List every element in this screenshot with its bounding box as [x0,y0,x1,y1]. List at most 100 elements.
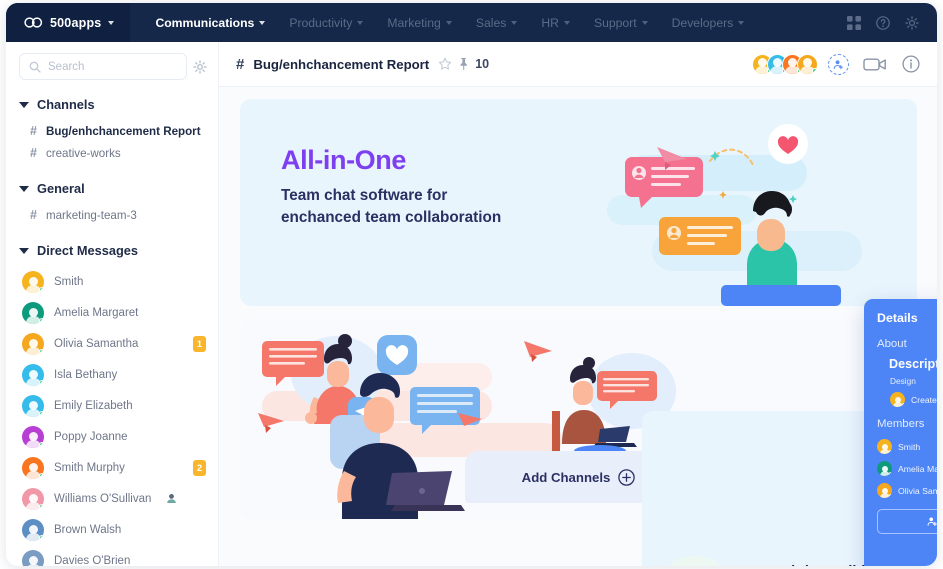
nav-item-developers[interactable]: Developers [661,3,756,42]
avatar [22,549,44,566]
details-title: Details [877,311,918,325]
nav-label: Sales [475,15,507,30]
direct-message-item[interactable]: Poppy Joanne [6,421,218,452]
channel-item-marketing-team-3[interactable]: # marketing-team-3 [6,204,218,226]
avatar [877,483,892,498]
direct-message-item[interactable]: Amelia Margaret [6,297,218,328]
avatar [877,461,892,476]
add-person-icon [927,516,937,527]
direct-message-list: Smith Amelia Margaret Olivia Samantha 1 Isla… [6,266,218,566]
direct-message-item[interactable]: Smith Murphy 2 [6,452,218,483]
brand-button[interactable]: 500apps [6,3,131,42]
grid-icon[interactable] [847,15,861,30]
avatar [22,270,44,293]
hero-illustration [607,124,862,306]
gear-icon[interactable] [193,59,207,74]
app-window: 500apps Communications Productivity Mark… [6,3,937,566]
members-section-header[interactable]: Members [877,418,937,430]
video-camera-icon[interactable] [863,56,888,73]
design-label: Design [890,376,916,386]
avatar [890,392,905,407]
500apps-logo-icon [24,17,43,28]
channel-header: # Bug/enhchancement Report 10 [219,42,937,87]
section-channels: Channels # Bug/enhchancement Report # cr… [6,97,218,164]
direct-message-item[interactable]: Olivia Samantha 1 [6,328,218,359]
star-icon[interactable] [438,57,452,71]
direct-message-item[interactable]: Smith [6,266,218,297]
direct-message-name: Emily Elizabeth [54,399,133,412]
hash-icon: # [30,146,37,160]
member-count: 10 [475,57,490,71]
add-channels-label: Add Channels [521,469,611,485]
direct-message-item[interactable]: Isla Bethany [6,359,218,390]
nav-label: HR [541,15,559,30]
created-on-text: Created On November 17 2021 [911,394,937,405]
search-box[interactable] [19,53,187,80]
direct-message-item[interactable]: Brown Walsh [6,514,218,545]
top-navigation-bar: 500apps Communications Productivity Mark… [6,3,937,42]
avatar[interactable] [797,53,818,75]
section-header-general[interactable]: General [6,181,218,196]
nav-label: Communications [155,15,255,30]
about-section-header[interactable]: About [877,338,937,350]
search-row [6,53,218,80]
created-on-row: Created On November 17 2021 [890,392,937,407]
nav-item-sales[interactable]: Sales [465,3,529,42]
nav-item-hr[interactable]: HR [530,3,581,42]
hero-card: All-in-One Team chat software for enchan… [240,99,917,306]
description-label: Description [889,357,937,371]
search-input[interactable] [48,60,177,73]
nav-item-productivity[interactable]: Productivity [278,3,374,42]
section-header-channels[interactable]: Channels [6,97,218,112]
avatar [22,332,44,355]
channel-name: creative-works [45,146,121,160]
hero-subline: Team chat software for enchanced team co… [281,185,501,229]
nav-item-communications[interactable]: Communications [144,3,276,42]
channel-name: Bug/enhchancement Report [45,124,201,138]
member-avatar-stack [752,53,818,75]
section-general: General # marketing-team-3 [6,181,218,226]
nav-item-marketing[interactable]: Marketing [376,3,463,42]
info-icon[interactable] [902,55,920,73]
channel-item-creative-works[interactable]: # creative-works [6,142,218,164]
member-item[interactable]: Smith [877,439,937,454]
search-icon [29,61,41,73]
section-direct-messages: Direct Messages Smith Amelia Margaret Oliv… [6,243,218,566]
member-item[interactable]: Amelia Margaret [877,461,937,476]
direct-message-item[interactable]: Davies O'Brien [6,545,218,566]
nav-item-support[interactable]: Support [583,3,659,42]
hash-icon: # [30,124,37,138]
member-item[interactable]: Olivia Samantha [877,483,937,498]
about-label: About [877,338,907,350]
avatar [22,394,44,417]
main-area: # Bug/enhchancement Report 10 All-in-One… [219,42,937,566]
member-name: Olivia Samantha [898,485,937,496]
direct-message-item[interactable]: Williams O'Sullivan [6,483,218,514]
chevron-down-icon [445,20,452,25]
content-scroll-area: All-in-One Team chat software for enchan… [219,87,937,566]
add-person-icon[interactable] [828,53,849,75]
chevron-down-icon [357,20,364,25]
sidebar: Channels # Bug/enhchancement Report # cr… [6,42,219,566]
triangle-down-icon [19,247,29,254]
gear-icon[interactable] [905,15,919,30]
direct-message-name: Davies O'Brien [54,554,131,567]
direct-message-name: Williams O'Sullivan [54,492,152,505]
member-name: Amelia Margaret [898,463,937,474]
channel-name: marketing-team-3 [45,208,137,222]
pin-icon[interactable] [458,57,469,71]
brand-name: 500apps [50,15,102,30]
help-icon[interactable] [876,15,890,30]
channel-item-bug-report[interactable]: # Bug/enhchancement Report [6,120,218,142]
nav-label: Developers [671,15,734,30]
hash-icon: # [236,55,245,73]
add-members-button[interactable]: Add Members [877,509,937,534]
avatar [877,439,892,454]
direct-message-name: Smith [54,275,84,288]
section-header-direct-messages[interactable]: Direct Messages [6,243,218,258]
direct-message-item[interactable]: Emily Elizabeth [6,390,218,421]
chevron-down-icon [259,20,266,25]
hero-subline-2: enchanced team collaboration [281,209,502,227]
avatar [22,518,44,541]
section-title: General [37,181,85,196]
